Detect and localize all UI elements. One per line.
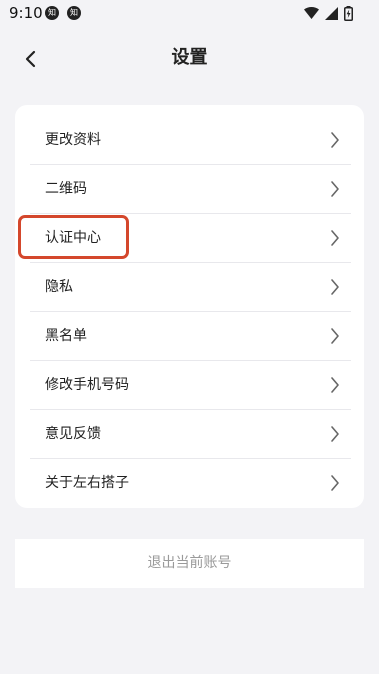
chevron-right-icon xyxy=(331,377,339,393)
menu-item-feedback[interactable]: 意见反馈 xyxy=(30,410,351,459)
menu-item-change-phone[interactable]: 修改手机号码 xyxy=(30,361,351,410)
header: 设置 xyxy=(0,36,379,80)
zhihu-notification-icon: 知 xyxy=(67,6,81,20)
menu-item-qr-code[interactable]: 二维码 xyxy=(30,165,351,214)
logout-label: 退出当前账号 xyxy=(147,555,232,571)
chevron-right-icon xyxy=(331,230,339,246)
menu-item-label: 意见反馈 xyxy=(45,426,101,442)
menu-item-label: 认证中心 xyxy=(45,230,101,246)
menu-item-label: 关于左右搭子 xyxy=(45,475,129,491)
signal-icon xyxy=(325,6,338,20)
wifi-icon xyxy=(304,7,319,19)
chevron-right-icon xyxy=(331,279,339,295)
system-icons xyxy=(304,5,353,21)
menu-item-label: 隐私 xyxy=(45,279,73,295)
settings-screen: 9:10 知 知 设置 更改资料 二维码 认证中心 隐私 黑名单 修改手机号码 … xyxy=(0,0,379,674)
battery-charging-icon xyxy=(344,5,353,21)
chevron-right-icon xyxy=(331,181,339,197)
zhihu-notification-icon: 知 xyxy=(45,6,59,20)
status-time: 9:10 xyxy=(9,4,43,22)
chevron-right-icon xyxy=(331,475,339,491)
status-bar: 9:10 知 知 xyxy=(0,0,379,26)
menu-item-blacklist[interactable]: 黑名单 xyxy=(30,312,351,361)
menu-item-label: 修改手机号码 xyxy=(45,377,129,393)
menu-item-about[interactable]: 关于左右搭子 xyxy=(30,459,350,508)
menu-item-label: 黑名单 xyxy=(45,328,87,344)
menu-item-label: 更改资料 xyxy=(45,132,101,148)
settings-list: 更改资料 二维码 认证中心 隐私 黑名单 修改手机号码 意见反馈 关于左右搭子 xyxy=(15,105,364,508)
logout-button[interactable]: 退出当前账号 xyxy=(15,539,364,588)
menu-item-privacy[interactable]: 隐私 xyxy=(30,263,351,312)
chevron-right-icon xyxy=(331,328,339,344)
menu-item-verification-center[interactable]: 认证中心 xyxy=(30,214,351,263)
page-title: 设置 xyxy=(171,47,208,68)
chevron-right-icon xyxy=(331,426,339,442)
menu-item-edit-profile[interactable]: 更改资料 xyxy=(30,116,351,165)
chevron-right-icon xyxy=(331,132,339,148)
menu-item-label: 二维码 xyxy=(45,181,87,197)
